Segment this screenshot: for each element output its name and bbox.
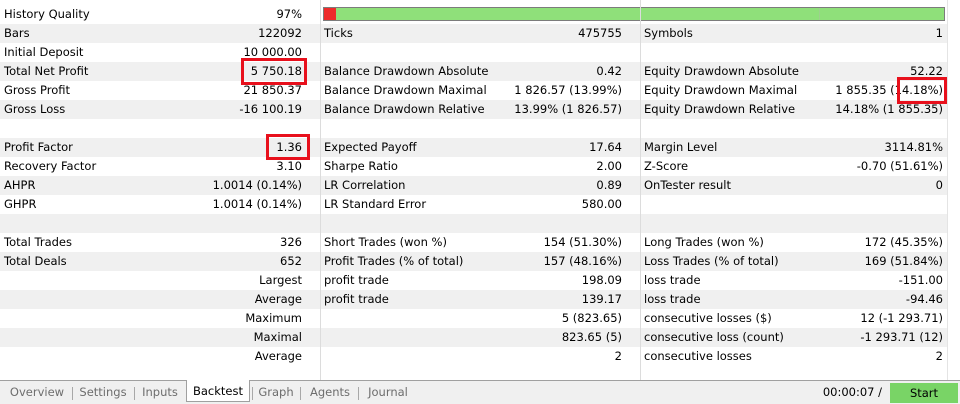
report-row: Largest profit trade 198.09 loss trade -151.… [0, 271, 947, 290]
report-value [160, 214, 302, 233]
report-sublabel: Largest [259, 273, 302, 287]
report-value: -0.70 (51.61%) [856, 159, 943, 173]
report-row: AHPR 1.0014 (0.14%) LR Correlation 0.89 OnTe… [0, 176, 947, 195]
report-value: 13.99% (1 826.57) [514, 102, 622, 116]
history-quality-bar [323, 7, 945, 21]
report-value: 2 [614, 349, 622, 363]
tab-agents[interactable]: Agents [304, 383, 356, 403]
report-row: Maximum 5 (823.65) consecutive losses ($) 1… [0, 309, 947, 328]
report-value: 154 (51.30%) [543, 235, 622, 249]
report-row: Gross Profit 21 850.37 Balance Drawdown Ma… [0, 81, 947, 100]
report-value: 169 (51.84%) [864, 254, 943, 268]
report-row: Average 2 consecutive losses 2 [0, 347, 947, 366]
report-sublabel: Average [254, 292, 302, 306]
report-value: 139.17 [581, 292, 622, 306]
report-value: -94.46 [905, 292, 943, 306]
tab-separator [72, 387, 73, 400]
report-sublabel: Average [254, 349, 302, 363]
report-value: 157 (48.16%) [543, 254, 622, 268]
report-row: Initial Deposit 10 000.00 [0, 43, 947, 62]
report-value: -1 293.71 (12) [860, 330, 943, 344]
report-row: GHPR 1.0014 (0.14%) LR Standard Error 580.0… [0, 195, 947, 214]
start-button[interactable]: Start [890, 383, 958, 403]
report-value: 652 [280, 254, 302, 268]
highlight-box [266, 134, 310, 160]
report-row [0, 119, 947, 138]
tab-separator [134, 387, 135, 400]
tab-journal[interactable]: Journal [360, 383, 416, 403]
history-quality-bad-segment [324, 8, 336, 20]
highlight-box [897, 77, 947, 104]
report-value: 172 (45.35%) [864, 235, 943, 249]
quality-tick [819, 8, 820, 20]
report-value: 198.09 [581, 273, 622, 287]
report-value: 580.00 [581, 197, 622, 211]
report-value: 1.0014 (0.14%) [212, 197, 302, 211]
highlight-box [241, 58, 307, 85]
report-row: Bars 122092 Ticks 475755 Symbols 1 [0, 24, 947, 43]
tab-separator [300, 387, 301, 400]
report-row: Total Trades 326 Short Trades (won %) 154 (… [0, 233, 947, 252]
report-value: 17.64 [589, 140, 622, 154]
tab-separator [358, 387, 359, 400]
report-value: 5 (823.65) [561, 311, 622, 325]
report-value: 0.42 [596, 64, 622, 78]
report-value: 122092 [258, 26, 302, 40]
tab-separator [252, 387, 253, 400]
report-value [745, 119, 943, 138]
report-value: 1 826.57 (13.99%) [514, 83, 622, 97]
column-divider [320, 0, 321, 380]
tab-graph[interactable]: Graph [254, 383, 298, 403]
report-value [745, 43, 943, 62]
vertical-scrollbar[interactable] [947, 0, 960, 380]
report-row: Maximal 823.65 (5) consecutive loss (count… [0, 328, 947, 347]
report-value: 0.89 [596, 178, 622, 192]
report-value [430, 214, 622, 233]
report-value: -16 100.19 [239, 102, 302, 116]
report-value: 2.00 [596, 159, 622, 173]
backtest-report: History Quality 97% Bars 122092 Ticks 47575… [0, 0, 960, 380]
report-sublabel: Maximal [253, 330, 302, 344]
report-row: Profit Factor 1.36 Expected Payoff 17.64 Mar… [0, 138, 947, 157]
report-value: 12 (-1 293.71) [860, 311, 943, 325]
tab-backtest[interactable]: Backtest [186, 380, 250, 402]
report-value: 0 [935, 178, 943, 192]
tab-inputs[interactable]: Inputs [136, 383, 184, 403]
column-divider [640, 0, 641, 380]
tab-settings[interactable]: Settings [74, 383, 132, 403]
tab-overview[interactable]: Overview [4, 383, 70, 403]
test-timer: 00:00:07 / 00:00:10 [822, 385, 882, 399]
report-value [430, 43, 622, 62]
report-value: 475755 [578, 26, 622, 40]
history-quality-value: 97% [276, 7, 302, 21]
report-value: 3114.81% [884, 140, 943, 154]
report-row: Total Net Profit 5 750.18 Balance Drawdown… [0, 62, 947, 81]
report-value: 1.0014 (0.14%) [212, 178, 302, 192]
report-row [0, 214, 947, 233]
report-value [745, 195, 943, 214]
report-value: -151.00 [898, 273, 943, 287]
report-value: 1 [935, 26, 943, 40]
report-row: Gross Loss -16 100.19 Balance Drawdown Rel… [0, 100, 947, 119]
report-value [745, 214, 943, 233]
report-sublabel: Maximum [245, 311, 302, 325]
tab-bar: Overview Settings Inputs Backtest Graph Agent… [0, 380, 960, 404]
report-row: Recovery Factor 3.10 Sharpe Ratio 2.00 Z-Sco… [0, 157, 947, 176]
report-row: Total Deals 652 Profit Trades (% of total)… [0, 252, 947, 271]
report-value [430, 119, 622, 138]
report-value: 2 [935, 349, 943, 363]
report-value: 326 [280, 235, 302, 249]
report-row: Average profit trade 139.17 loss trade -94.4… [0, 290, 947, 309]
report-value: 823.65 (5) [561, 330, 622, 344]
